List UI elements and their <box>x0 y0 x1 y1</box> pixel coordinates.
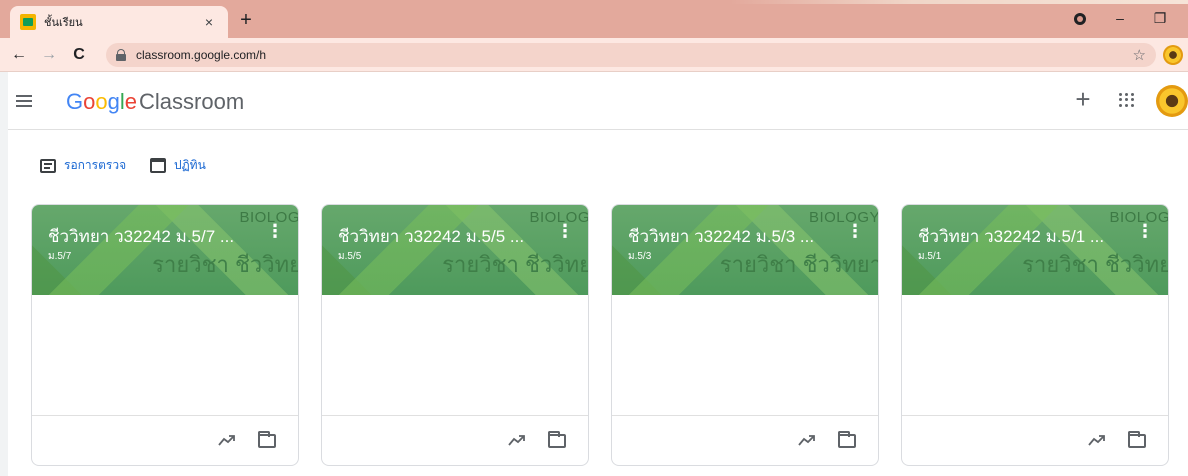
class-title[interactable]: ชีววิทยา ว32242 ม.5/7 ... <box>48 223 248 250</box>
trending-up-icon[interactable] <box>1088 433 1106 447</box>
new-tab-button[interactable]: + <box>234 9 258 33</box>
titlebar-decoration <box>730 0 1188 4</box>
banner-subject: รายวิชา ชีววิทยา <box>719 252 879 277</box>
record-indicator-icon <box>1074 13 1086 25</box>
assignment-icon <box>40 158 56 173</box>
class-title[interactable]: ชีววิทยา ว32242 ม.5/5 ... <box>338 223 538 250</box>
class-card[interactable]: BIOLOG รายวิชา ชีววิทย ชีววิทยา ว32242 ม… <box>31 204 299 466</box>
google-letter: G <box>66 89 84 114</box>
class-card-banner[interactable]: BIOLOGY รายวิชา ชีววิทยา ชีววิทยา ว32242… <box>612 205 878 295</box>
tab-title: ชั้นเรียน <box>44 17 83 29</box>
more-vert-icon[interactable]: ⋮ <box>846 221 864 241</box>
bookmark-star-icon[interactable]: ☆ <box>1133 46 1146 64</box>
minimize-button[interactable]: – <box>1110 10 1130 26</box>
forward-button[interactable]: → <box>38 44 60 66</box>
class-card-footer <box>32 415 298 465</box>
app-header: Google Classroom + <box>0 72 1188 130</box>
trending-up-icon[interactable] <box>798 433 816 447</box>
class-card-banner[interactable]: BIOLOG รายวิชา ชีววิทย ชีววิทยา ว32242 ม… <box>32 205 298 295</box>
class-section[interactable]: ม.5/5 <box>338 249 361 264</box>
to-review-label: รอการตรวจ <box>64 158 127 172</box>
trending-up-icon[interactable] <box>218 433 236 447</box>
class-card-banner[interactable]: BIOLOG รายวิชา ชีววิทย ชีววิทยา ว32242 ม… <box>902 205 1168 295</box>
google-letter: o <box>83 89 96 114</box>
folder-icon[interactable] <box>548 431 566 448</box>
google-wordmark: Google <box>66 89 137 115</box>
browser-toolbar: ← → C classroom.google.com/h ☆ <box>0 38 1188 72</box>
class-title[interactable]: ชีววิทยา ว32242 ม.5/1 ... <box>918 223 1118 250</box>
reload-button[interactable]: C <box>68 44 90 66</box>
class-section[interactable]: ม.5/3 <box>628 249 651 264</box>
create-class-button[interactable]: + <box>1069 86 1097 114</box>
class-title[interactable]: ชีววิทยา ว32242 ม.5/3 ... <box>628 223 828 250</box>
class-card[interactable]: BIOLOG รายวิชา ชีววิทย ชีววิทยา ว32242 ม… <box>901 204 1169 466</box>
google-letter: e <box>124 89 138 114</box>
banner-subject: รายวิชา ชีววิทย <box>442 252 589 277</box>
address-bar[interactable]: classroom.google.com/h ☆ <box>106 43 1156 67</box>
back-button[interactable]: ← <box>8 44 30 66</box>
folder-icon[interactable] <box>1128 431 1146 448</box>
url-text[interactable]: classroom.google.com/h <box>136 48 1133 62</box>
browser-tab[interactable]: ชั้นเรียน × <box>10 6 228 38</box>
class-section[interactable]: ม.5/1 <box>918 249 941 264</box>
more-vert-icon[interactable]: ⋮ <box>556 221 574 241</box>
classroom-favicon-icon <box>20 14 36 30</box>
class-card-footer <box>612 415 878 465</box>
banner-subject: รายวิชา ชีววิทย <box>1022 252 1169 277</box>
calendar-label: ปฏิทิน <box>174 158 206 172</box>
class-section[interactable]: ม.5/7 <box>48 249 71 264</box>
restore-button[interactable]: ❐ <box>1150 10 1170 27</box>
browser-profile-avatar[interactable] <box>1163 45 1183 65</box>
product-name: Classroom <box>139 89 245 114</box>
calendar-link[interactable]: ปฏิทิน <box>150 156 206 175</box>
google-classroom-logo[interactable]: Google Classroom <box>66 89 244 115</box>
tab-close-icon[interactable]: × <box>200 14 218 30</box>
more-vert-icon[interactable]: ⋮ <box>266 221 284 241</box>
apps-grid-icon[interactable] <box>1117 91 1135 109</box>
lock-icon <box>116 49 126 61</box>
calendar-icon <box>150 158 166 173</box>
folder-icon[interactable] <box>258 431 276 448</box>
class-card-footer <box>902 415 1168 465</box>
google-letter: o <box>95 89 108 114</box>
folder-icon[interactable] <box>838 431 856 448</box>
browser-titlebar: ชั้นเรียน × + – ❐ <box>0 0 1188 38</box>
class-card-banner[interactable]: BIOLOG รายวิชา ชีววิทย ชีววิทยา ว32242 ม… <box>322 205 588 295</box>
left-frame-strip <box>0 72 8 476</box>
account-avatar[interactable] <box>1156 85 1188 117</box>
class-card[interactable]: BIOLOGY รายวิชา ชีววิทยา ชีววิทยา ว32242… <box>611 204 879 466</box>
more-vert-icon[interactable]: ⋮ <box>1136 221 1154 241</box>
trending-up-icon[interactable] <box>508 433 526 447</box>
class-card-footer <box>322 415 588 465</box>
to-review-link[interactable]: รอการตรวจ <box>40 156 126 175</box>
google-letter: g <box>107 89 120 114</box>
class-card[interactable]: BIOLOG รายวิชา ชีววิทย ชีววิทยา ว32242 ม… <box>321 204 589 466</box>
hamburger-menu-icon[interactable] <box>16 95 32 107</box>
banner-subject: รายวิชา ชีววิทย <box>152 252 299 277</box>
